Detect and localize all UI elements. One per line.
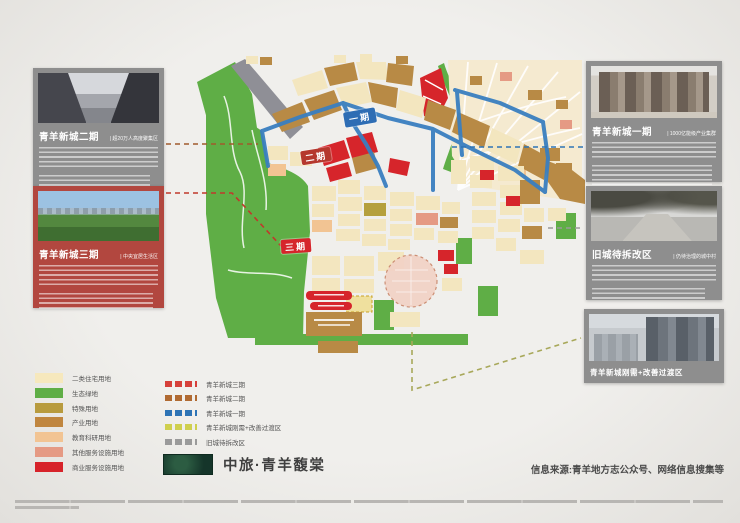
source-note: 信息来源:青羊地方志公众号、网络信息搜集等 [531,462,724,476]
legend-row: 生态绿地 [35,388,124,398]
legend-boundaries: 青羊新城三期 青羊新城二期 青羊新城一期 青羊新城刚需+改善过渡区 旧城待拆改区 [165,379,281,452]
legend-row: 青羊新城一期 [165,408,281,417]
phase1-photo [591,66,717,118]
legend-row: 青羊新城三期 [165,379,281,388]
callout-panel-phase2: 青羊新城二期 | 超20万人高度聚集区 [33,68,164,186]
legend-dash-swatch [165,424,197,430]
disclaimer-line [15,506,79,509]
legend-row: 二类住宅用地 [35,373,124,383]
legend-dash-swatch [165,381,197,387]
oldtown-title: 旧城待拆改区 [592,247,652,261]
logo-image [163,454,213,475]
phase1-body-text [592,142,716,160]
oldtown-body-text [592,265,716,283]
phase2-body-text [39,147,158,170]
poster-page: 一期 二期 三期 青羊新城二期 | 超20万人高度聚集区 青羊新城三期 | 中央… [0,0,740,523]
phase1-title: 青羊新城一期 [592,124,652,138]
village-circle [385,255,437,307]
legend-row: 青羊新城刚需+改善过渡区 [165,423,281,432]
legend-swatch [35,432,63,442]
legend-row: 产业用地 [35,417,124,427]
legend-swatch [35,373,63,383]
legend-row: 旧城待拆改区 [165,437,281,446]
phase3-body-text [39,265,158,288]
phase3-body-text [39,293,153,311]
phase1-body-text [592,165,712,188]
legend-row: 青羊新城二期 [165,394,281,403]
phase2-photo [38,73,159,123]
legend-row: 其他服务设施用地 [35,447,124,457]
legend-swatch [35,462,63,472]
logo-text: 中旅·青羊馥棠 [223,454,325,475]
oldtown-photo [591,191,717,241]
phase3-title: 青羊新城三期 [39,247,99,261]
phase2-subtitle: | 超20万人高度聚集区 [110,135,158,142]
callout-panel-transition: 青羊新城刚需+改善过渡区 [584,309,724,383]
legend-row: 商业服务设施用地 [35,462,124,472]
phase3-photo [38,191,159,241]
legend-swatch [35,447,63,457]
map-label-phase3: 三期 [281,238,312,254]
callout-panel-phase1: 青羊新城一期 | 1000亿能级产业集群 [586,61,722,182]
commercial-strips [306,291,352,310]
legend-row: 教育科研用地 [35,432,124,442]
callout-panel-oldtown: 旧城待拆改区 | 仍待治理的城中村 [586,186,722,300]
transition-title: 青羊新城刚需+改善过渡区 [590,367,683,378]
phase3-subtitle: | 中央宜居生活区 [120,253,158,260]
disclaimer-line [15,500,723,503]
legend-swatch [35,388,63,398]
transition-photo [589,314,719,361]
legend-dash-swatch [165,410,197,416]
brand-logo: 中旅·青羊馥棠 [163,454,325,475]
logistics-center-parcel [306,312,362,353]
oldtown-subtitle: | 仍待治理的城中村 [673,253,716,260]
phase2-title: 青羊新城二期 [39,129,99,143]
oldtown-body-text [592,288,705,302]
legend-swatch [35,417,63,427]
phase1-subtitle: | 1000亿能级产业集群 [667,130,716,137]
legend-swatch [35,403,63,413]
legend-dash-swatch [165,439,197,445]
callout-panel-phase3: 青羊新城三期 | 中央宜居生活区 [33,186,164,308]
legend-land-use: 二类住宅用地 生态绿地 特殊用地 产业用地 教育科研用地 其他服务设施用地 商业… [35,373,124,477]
legend-dash-swatch [165,395,197,401]
legend-row: 特殊用地 [35,403,124,413]
